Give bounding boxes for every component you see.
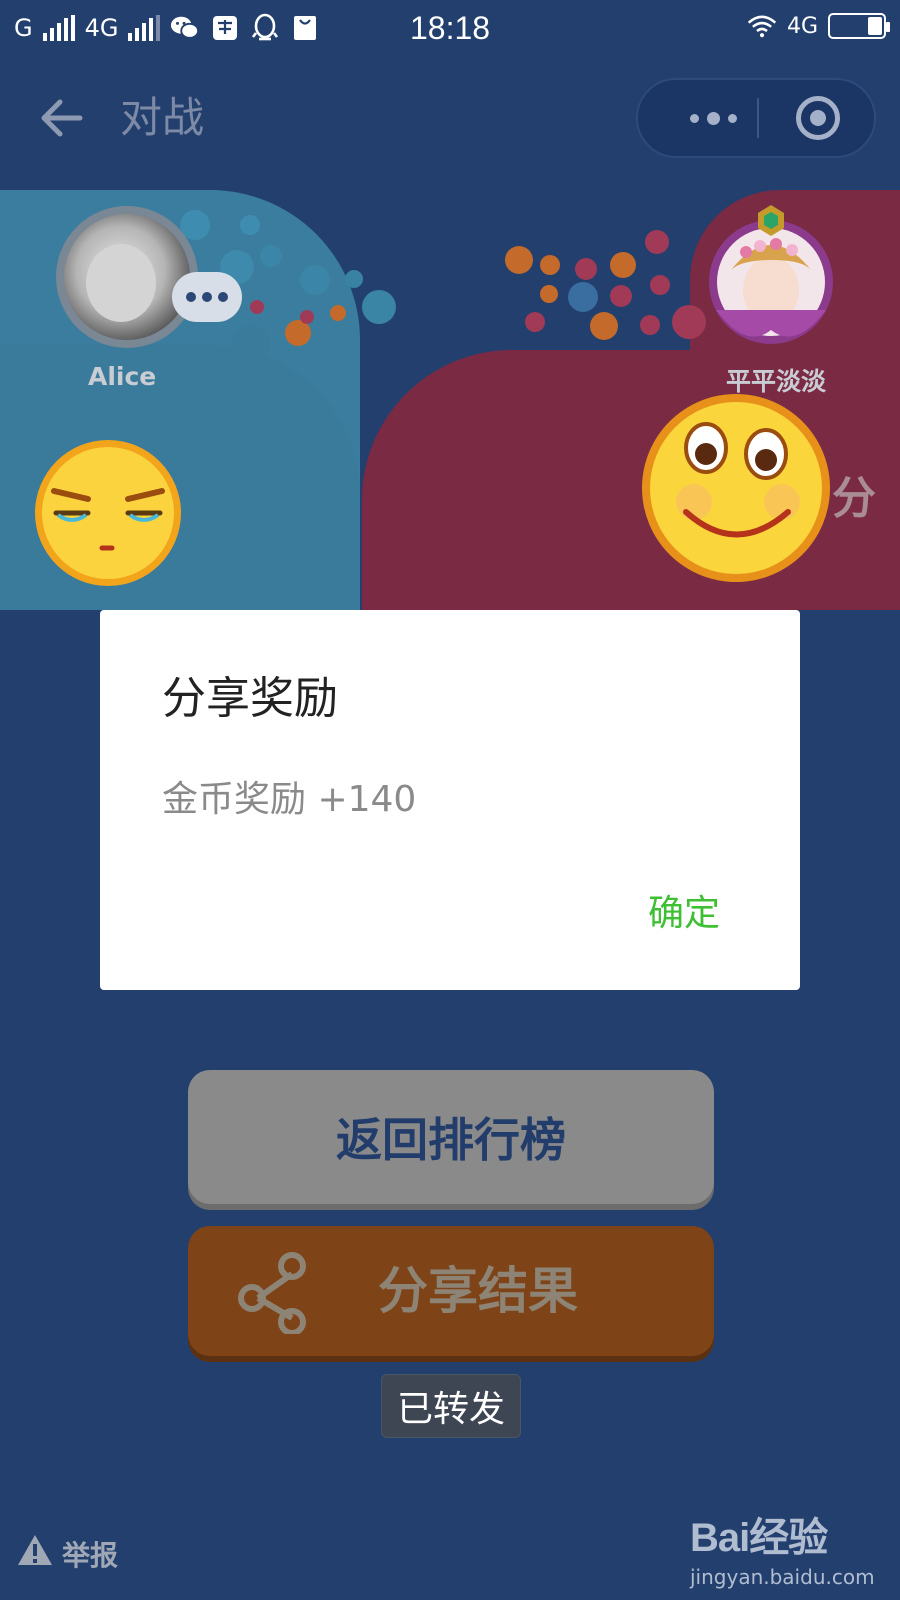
dialog-title: 分享奖励 — [162, 673, 338, 724]
smug-emoji-icon — [30, 435, 186, 595]
battle-area: Alice 平平淡淡 分 — [0, 190, 900, 610]
back-to-leaderboard-button[interactable]: 返回排行榜 — [188, 1070, 714, 1204]
reward-dialog: 分享奖励 金币奖励 +140 确定 — [100, 610, 800, 990]
status-bar: G 4G 18:18 4G — [0, 0, 900, 58]
battery-icon — [828, 13, 890, 39]
mini-program-capsule — [636, 78, 876, 158]
wechat-icon — [170, 14, 200, 42]
baidu-jingyan-watermark: Bai经验 jingyan.baidu.com — [690, 1505, 890, 1589]
share-icon — [234, 1250, 318, 1336]
capsule-divider — [757, 98, 759, 138]
left-player-name: Alice — [88, 362, 157, 391]
shop-icon — [290, 14, 320, 42]
signal-icon-2 — [128, 15, 161, 41]
confirm-button[interactable]: 确定 — [648, 884, 720, 936]
target-icon[interactable] — [796, 96, 840, 140]
status-left: G 4G — [14, 13, 320, 42]
back-arrow-icon[interactable] — [34, 90, 90, 146]
carrier-label: G — [14, 14, 33, 42]
left-player-avatar — [56, 206, 198, 348]
chat-icon[interactable] — [172, 272, 242, 322]
payment-icon — [210, 14, 240, 42]
share-result-button[interactable]: 分享结果 — [188, 1226, 714, 1356]
share-result-label: 分享结果 — [378, 1262, 578, 1320]
wifi-icon — [747, 12, 777, 40]
right-player-avatar — [696, 200, 846, 350]
clock: 18:18 — [410, 10, 491, 46]
qq-icon — [250, 13, 280, 42]
watermark-logo: Bai经验 — [690, 1516, 828, 1560]
more-icon[interactable] — [668, 80, 758, 156]
report-link[interactable]: 举报 — [16, 1533, 118, 1574]
network-type: 4G — [786, 13, 818, 39]
smile-emoji-icon — [638, 390, 834, 590]
page-title: 对战 — [120, 93, 205, 142]
watermark-url: jingyan.baidu.com — [690, 1565, 875, 1589]
score-label: 分 — [832, 473, 876, 524]
signal-icon — [42, 15, 75, 41]
warning-icon — [16, 1533, 54, 1574]
status-right: 4G — [747, 12, 890, 40]
dialog-message: 金币奖励 +140 — [162, 779, 417, 820]
toast-message: 已转发 — [381, 1374, 521, 1438]
report-label: 举报 — [62, 1538, 119, 1572]
nav-bar: 对战 — [0, 70, 900, 166]
network-label: 4G — [84, 14, 119, 42]
